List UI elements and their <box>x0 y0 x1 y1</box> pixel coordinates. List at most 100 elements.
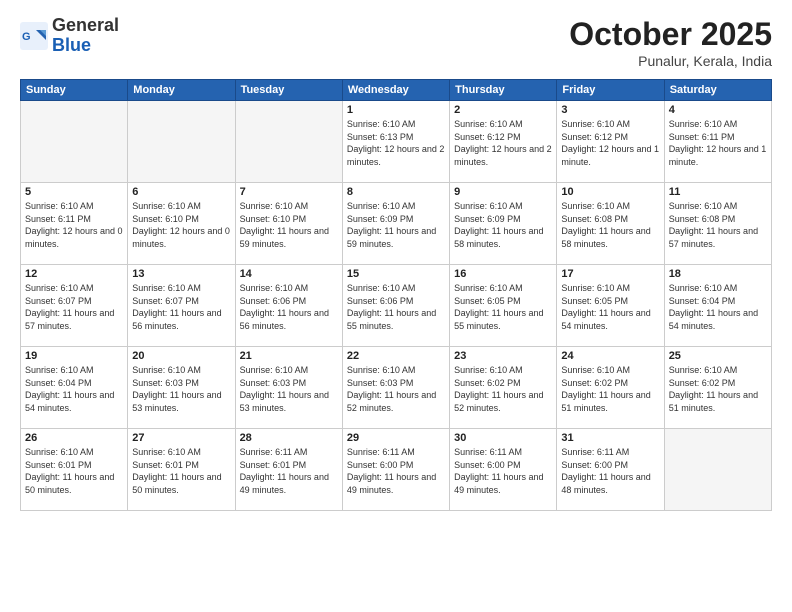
col-tuesday: Tuesday <box>235 80 342 101</box>
table-row: 8 Sunrise: 6:10 AM Sunset: 6:09 PM Daylig… <box>342 183 449 265</box>
day-info: Sunrise: 6:10 AM Sunset: 6:03 PM Dayligh… <box>347 364 445 414</box>
day-info: Sunrise: 6:10 AM Sunset: 6:07 PM Dayligh… <box>132 282 230 332</box>
day-info: Sunrise: 6:10 AM Sunset: 6:06 PM Dayligh… <box>347 282 445 332</box>
svg-text:G: G <box>22 31 31 43</box>
day-info: Sunrise: 6:10 AM Sunset: 6:01 PM Dayligh… <box>25 446 123 496</box>
day-info: Sunrise: 6:10 AM Sunset: 6:08 PM Dayligh… <box>561 200 659 250</box>
day-info: Sunrise: 6:11 AM Sunset: 6:01 PM Dayligh… <box>240 446 338 496</box>
day-info: Sunrise: 6:10 AM Sunset: 6:07 PM Dayligh… <box>25 282 123 332</box>
day-info: Sunrise: 6:11 AM Sunset: 6:00 PM Dayligh… <box>561 446 659 496</box>
logo-text: General Blue <box>52 16 119 56</box>
table-row: 17 Sunrise: 6:10 AM Sunset: 6:05 PM Dayli… <box>557 265 664 347</box>
table-row: 11 Sunrise: 6:10 AM Sunset: 6:08 PM Dayli… <box>664 183 771 265</box>
table-row: 18 Sunrise: 6:10 AM Sunset: 6:04 PM Dayli… <box>664 265 771 347</box>
table-row: 2 Sunrise: 6:10 AM Sunset: 6:12 PM Daylig… <box>450 101 557 183</box>
table-row: 24Sunrise: 6:10 AM Sunset: 6:02 PM Dayli… <box>557 347 664 429</box>
title-block: October 2025 Punalur, Kerala, India <box>569 16 772 69</box>
day-number: 23 <box>454 350 552 362</box>
table-row: 7Sunrise: 6:10 AM Sunset: 6:10 PM Daylig… <box>235 183 342 265</box>
day-number: 21 <box>240 350 338 362</box>
day-number: 3 <box>561 104 659 116</box>
calendar-header-row: Sunday Monday Tuesday Wednesday Thursday… <box>21 80 772 101</box>
logo-icon: G <box>20 22 48 50</box>
day-info: Sunrise: 6:10 AM Sunset: 6:05 PM Dayligh… <box>561 282 659 332</box>
table-row: 10 Sunrise: 6:10 AM Sunset: 6:08 PM Dayli… <box>557 183 664 265</box>
day-number: 7 <box>240 186 338 198</box>
location: Punalur, Kerala, India <box>569 53 772 69</box>
day-info: Sunrise: 6:11 AM Sunset: 6:00 PM Dayligh… <box>454 446 552 496</box>
day-info: Sunrise: 6:11 AM Sunset: 6:00 PM Dayligh… <box>347 446 445 496</box>
table-row: 12 Sunrise: 6:10 AM Sunset: 6:07 PM Dayli… <box>21 265 128 347</box>
day-number: 6 <box>132 186 230 198</box>
day-info: Sunrise: 6:10 AM Sunset: 6:06 PM Dayligh… <box>240 282 338 332</box>
day-info: Sunrise: 6:10 AM Sunset: 6:09 PM Dayligh… <box>347 200 445 250</box>
day-number: 14 <box>240 268 338 280</box>
day-number: 15 <box>347 268 445 280</box>
day-number: 25 <box>669 350 767 362</box>
table-row: 30 Sunrise: 6:11 AM Sunset: 6:00 PM Dayli… <box>450 429 557 511</box>
table-row: 19Sunrise: 6:10 AM Sunset: 6:04 PM Dayli… <box>21 347 128 429</box>
day-info: Sunrise: 6:10 AM Sunset: 6:10 PM Dayligh… <box>132 200 230 250</box>
day-number: 10 <box>561 186 659 198</box>
col-monday: Monday <box>128 80 235 101</box>
day-number: 12 <box>25 268 123 280</box>
calendar-week-row: 26 Sunrise: 6:10 AM Sunset: 6:01 PM Dayli… <box>21 429 772 511</box>
day-number: 27 <box>132 432 230 444</box>
table-row: 21 Sunrise: 6:10 AM Sunset: 6:03 PM Dayli… <box>235 347 342 429</box>
day-info: Sunrise: 6:10 AM Sunset: 6:01 PM Dayligh… <box>132 446 230 496</box>
day-number: 9 <box>454 186 552 198</box>
day-number: 26 <box>25 432 123 444</box>
table-row: 25Sunrise: 6:10 AM Sunset: 6:02 PM Dayli… <box>664 347 771 429</box>
table-row: 14 Sunrise: 6:10 AM Sunset: 6:06 PM Dayli… <box>235 265 342 347</box>
col-saturday: Saturday <box>664 80 771 101</box>
day-number: 28 <box>240 432 338 444</box>
table-row: 13Sunrise: 6:10 AM Sunset: 6:07 PM Dayli… <box>128 265 235 347</box>
day-info: Sunrise: 6:10 AM Sunset: 6:03 PM Dayligh… <box>240 364 338 414</box>
day-info: Sunrise: 6:10 AM Sunset: 6:13 PM Dayligh… <box>347 118 445 168</box>
day-number: 19 <box>25 350 123 362</box>
table-row: 4Sunrise: 6:10 AM Sunset: 6:11 PM Daylig… <box>664 101 771 183</box>
day-number: 30 <box>454 432 552 444</box>
table-row: 29Sunrise: 6:11 AM Sunset: 6:00 PM Dayli… <box>342 429 449 511</box>
day-info: Sunrise: 6:10 AM Sunset: 6:02 PM Dayligh… <box>454 364 552 414</box>
col-wednesday: Wednesday <box>342 80 449 101</box>
logo-general: General <box>52 16 119 36</box>
month-title: October 2025 <box>569 16 772 53</box>
table-row: 26 Sunrise: 6:10 AM Sunset: 6:01 PM Dayli… <box>21 429 128 511</box>
day-number: 18 <box>669 268 767 280</box>
day-number: 22 <box>347 350 445 362</box>
day-info: Sunrise: 6:10 AM Sunset: 6:04 PM Dayligh… <box>669 282 767 332</box>
day-number: 11 <box>669 186 767 198</box>
day-info: Sunrise: 6:10 AM Sunset: 6:08 PM Dayligh… <box>669 200 767 250</box>
col-thursday: Thursday <box>450 80 557 101</box>
day-info: Sunrise: 6:10 AM Sunset: 6:11 PM Dayligh… <box>669 118 767 168</box>
calendar-week-row: 19Sunrise: 6:10 AM Sunset: 6:04 PM Dayli… <box>21 347 772 429</box>
col-friday: Friday <box>557 80 664 101</box>
day-number: 8 <box>347 186 445 198</box>
table-row: 31 Sunrise: 6:11 AM Sunset: 6:00 PM Dayli… <box>557 429 664 511</box>
day-number: 2 <box>454 104 552 116</box>
calendar-week-row: 12 Sunrise: 6:10 AM Sunset: 6:07 PM Dayli… <box>21 265 772 347</box>
table-row: 27 Sunrise: 6:10 AM Sunset: 6:01 PM Dayli… <box>128 429 235 511</box>
day-info: Sunrise: 6:10 AM Sunset: 6:12 PM Dayligh… <box>454 118 552 168</box>
table-row <box>664 429 771 511</box>
table-row: 3Sunrise: 6:10 AM Sunset: 6:12 PM Daylig… <box>557 101 664 183</box>
table-row: 23 Sunrise: 6:10 AM Sunset: 6:02 PM Dayli… <box>450 347 557 429</box>
day-info: Sunrise: 6:10 AM Sunset: 6:03 PM Dayligh… <box>132 364 230 414</box>
col-sunday: Sunday <box>21 80 128 101</box>
table-row: 9 Sunrise: 6:10 AM Sunset: 6:09 PM Daylig… <box>450 183 557 265</box>
day-info: Sunrise: 6:10 AM Sunset: 6:05 PM Dayligh… <box>454 282 552 332</box>
day-info: Sunrise: 6:10 AM Sunset: 6:09 PM Dayligh… <box>454 200 552 250</box>
day-number: 31 <box>561 432 659 444</box>
table-row: 22 Sunrise: 6:10 AM Sunset: 6:03 PM Dayli… <box>342 347 449 429</box>
day-info: Sunrise: 6:10 AM Sunset: 6:11 PM Dayligh… <box>25 200 123 250</box>
table-row: 5 Sunrise: 6:10 AM Sunset: 6:11 PM Daylig… <box>21 183 128 265</box>
calendar-week-row: 5 Sunrise: 6:10 AM Sunset: 6:11 PM Daylig… <box>21 183 772 265</box>
calendar: Sunday Monday Tuesday Wednesday Thursday… <box>20 79 772 511</box>
day-number: 5 <box>25 186 123 198</box>
table-row: 20 Sunrise: 6:10 AM Sunset: 6:03 PM Dayli… <box>128 347 235 429</box>
day-number: 1 <box>347 104 445 116</box>
day-number: 17 <box>561 268 659 280</box>
day-number: 20 <box>132 350 230 362</box>
table-row <box>235 101 342 183</box>
